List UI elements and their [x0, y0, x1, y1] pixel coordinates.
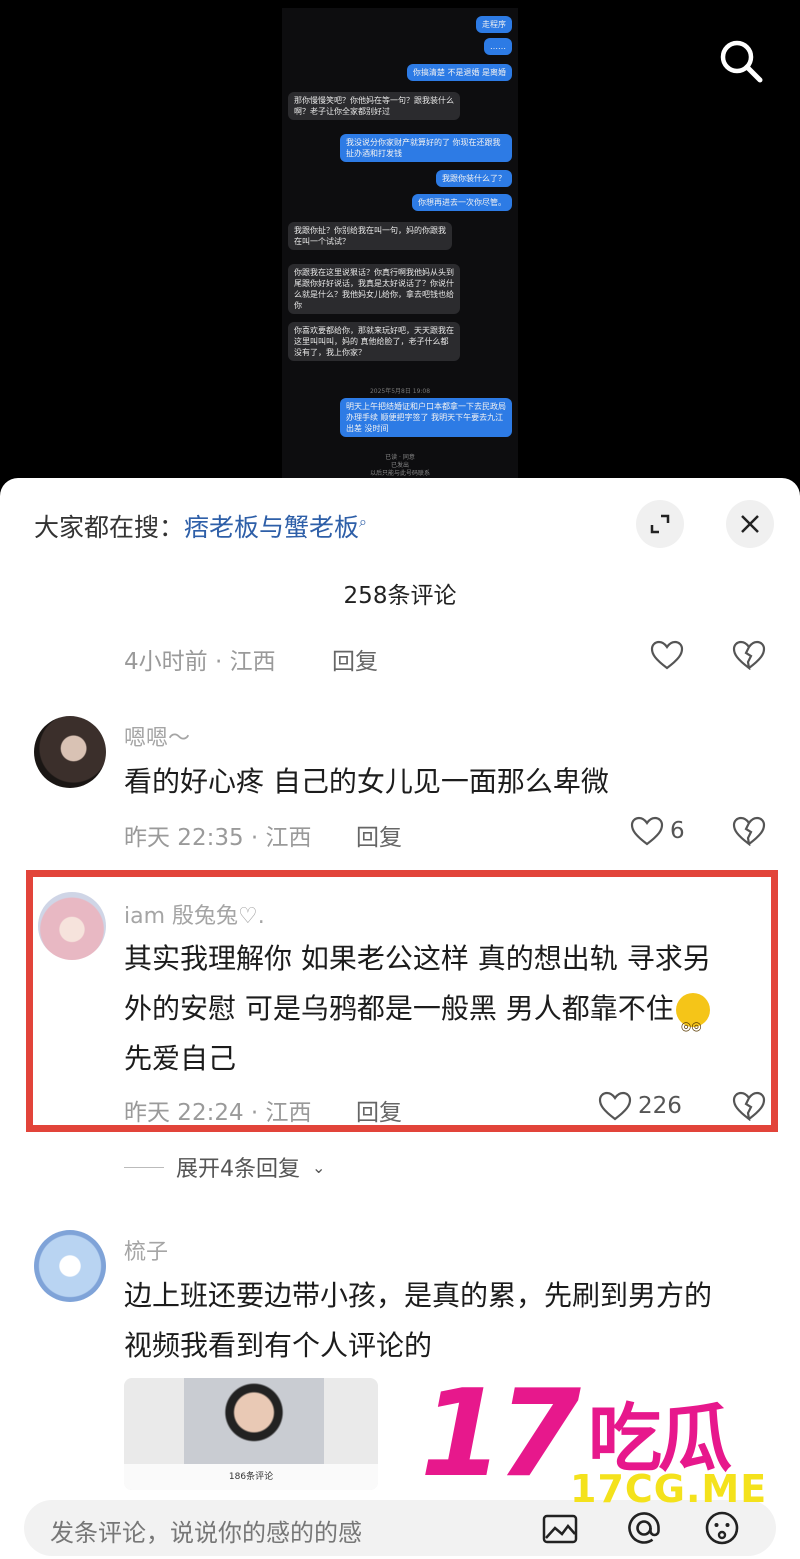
- chat-bubble: 你喜欢要都给你，那就来玩好吧，天天跟我在这里叫叫叫，妈的 真他给脸了，老子什么都…: [288, 322, 460, 361]
- avatar[interactable]: [34, 1230, 106, 1302]
- search-icon: [720, 40, 763, 83]
- expand-replies-label: 展开4条回复: [176, 1157, 300, 1182]
- broken-heart-icon: [732, 640, 766, 671]
- close-button[interactable]: [726, 500, 774, 548]
- chat-screenshot: 走程序 …… 你搞清楚 不是退婚 是离婚 那你慢慢笑吧？你他妈在等一句？跟我装什…: [282, 8, 518, 480]
- comment-meta: 4小时前 · 江西: [124, 649, 276, 675]
- watermark-logo: 17 吃瓜 17CG.ME: [420, 1375, 790, 1515]
- dislike-button[interactable]: [732, 816, 766, 850]
- like-button[interactable]: 6: [630, 816, 685, 846]
- chat-bubble: 那你慢慢笑吧？你他妈在等一句？跟我装什么啊？老子让你全家都别好过: [288, 92, 460, 120]
- chat-timestamp: 2025年5月8日 19:08: [369, 388, 431, 395]
- hot-search[interactable]: 大家都在搜：痞老板与蟹老板⌕: [34, 508, 367, 544]
- comment-meta: 昨天 22:35 · 江西: [124, 825, 312, 851]
- at-mention-icon[interactable]: [626, 1510, 662, 1546]
- watermark-url: 17CG.ME: [570, 1467, 768, 1511]
- like-button[interactable]: [650, 640, 684, 670]
- divider: [124, 1166, 164, 1168]
- chat-bubble: 明天上午把结婚证和户口本都拿一下去民政局办理手续 顺便把字签了 我明天下午要去九…: [340, 398, 512, 437]
- chat-bubble: 我跟你装什么了？: [436, 170, 512, 187]
- dislike-button[interactable]: [732, 640, 766, 674]
- commenter-name[interactable]: 梳子: [124, 1234, 168, 1266]
- hot-search-term[interactable]: 痞老板与蟹老板: [184, 513, 359, 542]
- reply-button[interactable]: 回复: [332, 642, 378, 676]
- fullscreen-button[interactable]: [636, 500, 684, 548]
- chat-bubble: ……: [484, 38, 512, 55]
- video-area[interactable]: 走程序 …… 你搞清楚 不是退婚 是离婚 那你慢慢笑吧？你他妈在等一句？跟我装什…: [0, 0, 800, 480]
- image-caption: 186条评论: [228, 1472, 274, 1482]
- search-button[interactable]: [718, 38, 764, 84]
- avatar[interactable]: [34, 716, 106, 788]
- watermark-number: 17: [420, 1365, 581, 1504]
- close-icon: [741, 515, 759, 533]
- comment-input-placeholder: 发条评论，说说你的感的的感: [50, 1519, 362, 1547]
- highlight-box: [26, 870, 778, 1132]
- chat-bubble: 你跟我在这里说狠话？你真行啊我他妈从头到尾跟你好好说话，我真是太好说话了？你说什…: [288, 264, 460, 314]
- comment-image[interactable]: 186条评论: [124, 1378, 378, 1490]
- chevron-down-icon: ⌄: [312, 1157, 326, 1177]
- image-icon[interactable]: [542, 1512, 578, 1544]
- chat-bubble: 你想再进去一次你尽管。: [412, 194, 512, 211]
- chat-bubble: 你搞清楚 不是退婚 是离婚: [406, 64, 512, 81]
- commenter-name[interactable]: 嗯嗯～: [124, 720, 190, 752]
- heart-icon: [630, 816, 664, 846]
- comment-text: 边上班还要边带小孩，是真的累，先刷到男方的: [124, 1279, 713, 1312]
- comment-count: 258条评论: [343, 583, 457, 609]
- chat-bubble: 我跟你扯？你别给我在叫一句，妈的你跟我在叫一个试试？: [288, 222, 452, 250]
- like-count: 6: [670, 818, 685, 844]
- chat-bubble: 我没说分你家财产就算好的了 你现在还跟我扯办酒和打发钱: [340, 134, 512, 162]
- reply-button[interactable]: 回复: [356, 818, 402, 852]
- image-caption-bar: 186条评论: [124, 1464, 378, 1490]
- chat-footer: 以后只能与此号码联系: [369, 470, 430, 477]
- image-photo: [184, 1378, 324, 1464]
- chat-bubble: 走程序: [476, 16, 512, 33]
- search-mini-icon: ⌕: [359, 514, 367, 531]
- hot-search-label: 大家都在搜：: [34, 513, 185, 542]
- heart-icon: [650, 640, 684, 670]
- comment-text: 看的好心疼 自己的女儿见一面那么卑微: [124, 765, 609, 798]
- broken-heart-icon: [732, 816, 766, 847]
- emoji-icon[interactable]: [704, 1510, 740, 1546]
- comment-text: 视频我看到有个人评论的: [124, 1329, 433, 1362]
- expand-replies-button[interactable]: 展开4条回复 ⌄: [124, 1151, 325, 1183]
- expand-icon: [650, 514, 670, 534]
